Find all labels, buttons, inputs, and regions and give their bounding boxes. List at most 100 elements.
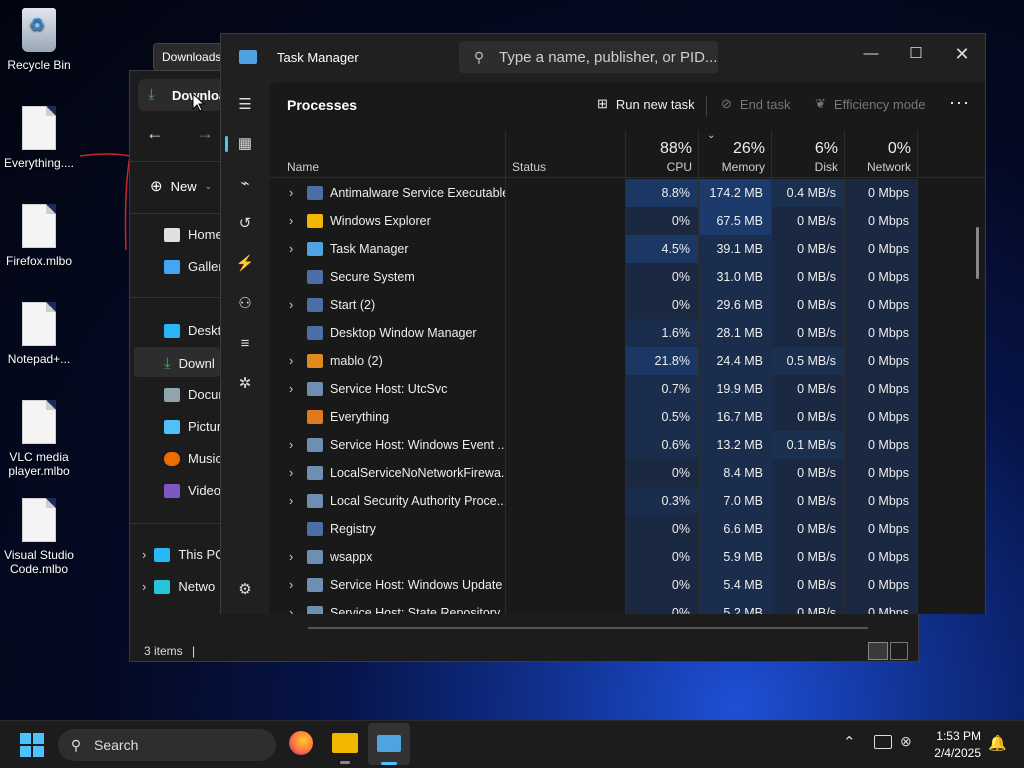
expand-chevron-icon[interactable]: › [289, 241, 293, 256]
process-disk-cell: 0.4 MB/s [772, 179, 844, 207]
expand-chevron-icon[interactable]: › [289, 297, 293, 312]
settings-icon[interactable]: ⚙ [234, 579, 256, 601]
search-input[interactable]: Type a name, publisher, or PID... [499, 49, 717, 66]
back-icon[interactable]: ← [146, 123, 164, 144]
startup-apps-icon[interactable]: ⚡ [234, 253, 256, 275]
task-manager-taskbar-button[interactable] [368, 723, 410, 765]
expand-chevron-icon[interactable]: › [289, 493, 293, 508]
hamburger-menu-icon[interactable]: ☰ [234, 94, 256, 116]
nav-item-this-pc[interactable]: › This PC [142, 547, 225, 562]
clock-time[interactable]: 1:53 PM [931, 729, 981, 743]
table-row[interactable]: › Service Host: UtcSvc 0.7% 19.9 MB 0 MB/s 0 … [269, 375, 985, 403]
desktop-icon-recycle-bin[interactable]: ♻ Recycle Bin [0, 8, 78, 72]
new-button[interactable]: ⊕ New ⌄ [150, 177, 212, 195]
desktop-icon-vscode[interactable]: Visual Studio Code.mlbo [0, 498, 78, 576]
table-row[interactable]: › Windows Explorer 0% 67.5 MB 0 MB/s 0 Mbps [269, 207, 985, 235]
column-memory[interactable]: Memory [699, 160, 765, 174]
end-task-button[interactable]: ⊘ End task [721, 96, 791, 112]
table-row[interactable]: Desktop Window Manager 1.6% 28.1 MB 0 MB/s 0… [269, 319, 985, 347]
table-row[interactable]: › Service Host: Windows Event ... 0.6% 13.2… [269, 431, 985, 459]
desktop-icon-notepad[interactable]: Notepad+... [0, 302, 78, 366]
file-explorer-icon[interactable] [332, 733, 358, 753]
column-cpu[interactable]: CPU [626, 160, 692, 174]
app-history-icon[interactable]: ↺ [234, 213, 256, 235]
maximize-button[interactable]: ☐ [896, 40, 936, 68]
expand-chevron-icon[interactable]: › [289, 381, 293, 396]
status-item-count: 3 items [144, 644, 183, 658]
notification-bell-icon[interactable]: 🔔 [988, 734, 1007, 752]
table-row[interactable]: Everything 0.5% 16.7 MB 0 MB/s 0 Mbps [269, 403, 985, 431]
tiles-view-icon[interactable] [890, 642, 908, 660]
process-mem-cell: 6.6 MB [699, 515, 771, 543]
efficiency-mode-button[interactable]: ❦ Efficiency mode [815, 96, 925, 112]
forward-icon[interactable]: → [196, 123, 214, 144]
process-icon [307, 242, 323, 256]
run-new-task-button[interactable]: ⊞ Run new task [597, 96, 695, 112]
expand-chevron-icon[interactable]: › [289, 465, 293, 480]
nav-item-home[interactable]: Home [164, 227, 223, 242]
nav-item-pictures[interactable]: Picture [164, 419, 228, 434]
details-icon[interactable]: ≡ [234, 333, 256, 355]
table-row[interactable]: › wsappx 0% 5.9 MB 0 MB/s 0 Mbps [269, 543, 985, 571]
more-options-icon[interactable]: ··· [949, 92, 970, 113]
details-view-icon[interactable] [868, 642, 888, 660]
processes-icon[interactable]: ▦ [234, 133, 256, 155]
expand-chevron-icon[interactable]: › [289, 185, 293, 200]
column-disk[interactable]: Disk [772, 160, 838, 174]
expand-chevron-icon[interactable]: › [289, 437, 293, 452]
desktop-icon-label: Everything.... [3, 156, 75, 170]
horizontal-scrollbar[interactable] [308, 627, 868, 629]
search-box[interactable]: ⚲ Type a name, publisher, or PID... [459, 41, 718, 73]
table-row[interactable]: › Local Security Authority Proce... 0.3% 7.… [269, 487, 985, 515]
expand-chevron-icon[interactable]: › [289, 577, 293, 592]
tab-downloads[interactable]: ⤓ Downloa [138, 79, 226, 111]
table-row[interactable]: › LocalServiceNoNetworkFirewa... 0% 8.4 MB 0… [269, 459, 985, 487]
expand-chevron-icon[interactable]: › [289, 549, 293, 564]
close-button[interactable]: ✕ [942, 40, 982, 68]
process-cpu-cell: 0.3% [626, 487, 698, 515]
title-bar[interactable]: Task Manager ⚲ Type a name, publisher, o… [221, 34, 985, 82]
expand-chevron-icon[interactable]: › [289, 605, 293, 614]
clock-date[interactable]: 2/4/2025 [925, 746, 981, 760]
nav-item-videos[interactable]: Videos [164, 483, 228, 498]
table-row[interactable]: Secure System 0% 31.0 MB 0 MB/s 0 Mbps [269, 263, 985, 291]
desktop-icon-vlc[interactable]: VLC media player.mlbo [0, 400, 78, 478]
start-button[interactable] [20, 733, 44, 757]
network-icon[interactable] [874, 735, 892, 749]
services-icon[interactable]: ✲ [234, 373, 256, 395]
volume-muted-icon[interactable]: ⊗ [900, 733, 912, 750]
desktop-icon-firefox[interactable]: Firefox.mlbo [0, 204, 78, 268]
table-row[interactable]: › Service Host: Windows Update 0% 5.4 MB 0 M… [269, 571, 985, 599]
users-icon[interactable]: ⚇ [234, 293, 256, 315]
nav-item-downloads[interactable]: ⤓ Downl [164, 355, 215, 372]
process-mem-cell: 29.6 MB [699, 291, 771, 319]
column-network[interactable]: Network [845, 160, 911, 174]
process-cpu-cell: 4.5% [626, 235, 698, 263]
table-row[interactable]: › Antimalware Service Executable 8.8% 174.2… [269, 179, 985, 207]
chevron-up-icon[interactable]: ⌃ [843, 733, 856, 751]
table-row[interactable]: › Task Manager 4.5% 39.1 MB 0 MB/s 0 Mbps [269, 235, 985, 263]
desktop-icon-everything[interactable]: Everything.... [0, 106, 78, 170]
cpu-total: 88% [659, 140, 692, 157]
table-row[interactable]: › Start (2) 0% 29.6 MB 0 MB/s 0 Mbps [269, 291, 985, 319]
table-row[interactable]: › mablo (2) 21.8% 24.4 MB 0.5 MB/s 0 Mbps [269, 347, 985, 375]
column-name[interactable]: Name [287, 160, 319, 174]
table-row[interactable]: › Service Host: State Repository ... 0% 5.2… [269, 599, 985, 614]
firefox-icon[interactable] [289, 731, 313, 755]
status-separator: | [192, 644, 196, 658]
nav-item-desktop[interactable]: Deskto [164, 323, 228, 338]
table-row[interactable]: Registry 0% 6.6 MB 0 MB/s 0 Mbps [269, 515, 985, 543]
vertical-scrollbar[interactable] [976, 227, 979, 279]
taskbar-search[interactable]: ⚲ Search [58, 729, 276, 761]
process-cpu-cell: 0% [626, 543, 698, 571]
leaf-icon: ❦ [815, 96, 826, 111]
expand-chevron-icon[interactable]: › [289, 213, 293, 228]
minimize-button[interactable]: — [851, 40, 891, 68]
nav-item-network[interactable]: › Netwo [142, 579, 215, 594]
nav-item-music[interactable]: Music [164, 451, 222, 466]
expand-chevron-icon[interactable]: › [289, 353, 293, 368]
column-status[interactable]: Status [512, 160, 546, 174]
task-manager-window[interactable]: Task Manager ⚲ Type a name, publisher, o… [220, 33, 986, 614]
performance-icon[interactable]: ⌁ [234, 173, 256, 195]
process-net-cell: 0 Mbps [845, 403, 917, 431]
